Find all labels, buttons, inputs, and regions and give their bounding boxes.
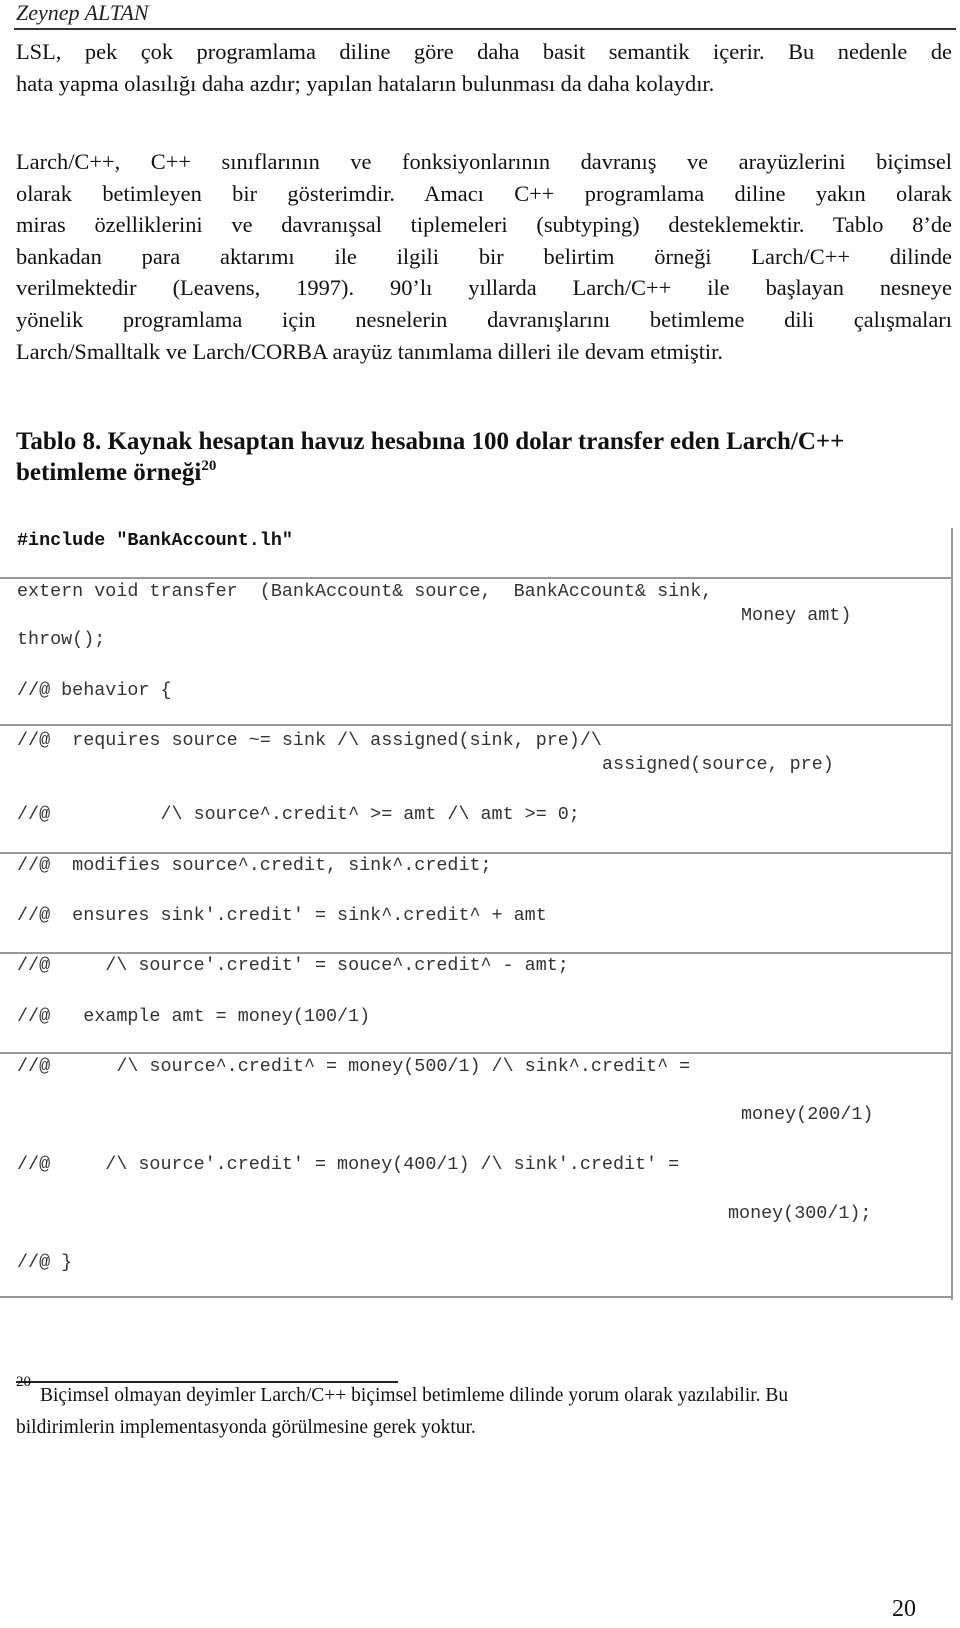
code-line: assigned(source, pre) <box>602 754 834 775</box>
code-line: //@ /\ source'.credit' = money(400/1) /\… <box>17 1154 680 1175</box>
paragraph-line: Larch/C++, C++ sınıflarının ve fonksiyon… <box>16 149 952 174</box>
header-rule <box>14 28 956 30</box>
code-line: money(200/1) <box>741 1104 874 1125</box>
footnote-reference: 20 <box>201 458 217 474</box>
paragraph-line: olarak betimleyen bir gösterimdir. Amacı… <box>16 180 952 206</box>
code-line: //@ ensures sink'.credit' = sink^.credit… <box>17 905 547 926</box>
footnote-line-1: Biçimsel olmayan deyimler Larch/C++ biçi… <box>40 1385 789 1406</box>
paragraph-line: Larch/Smalltalk ve Larch/CORBA arayüz ta… <box>16 338 723 364</box>
table-row-separator <box>0 724 953 726</box>
code-line: //@ requires source ~= sink /\ assigned(… <box>17 730 602 751</box>
table-caption: Tablo 8. Kaynak hesaptan havuz hesabına … <box>16 426 952 488</box>
page-number: 20 <box>892 1596 916 1622</box>
table-row-separator <box>0 852 953 854</box>
paragraph-line: verilmektedir (Leavens, 1997). 90’lı yıl… <box>16 275 952 301</box>
code-line: //@ example amt = money(100/1) <box>17 1006 371 1027</box>
footnote-line-2: bildirimlerin implementasyonda görülmesi… <box>16 1417 476 1438</box>
footnote-number: 20 <box>16 1374 31 1390</box>
code-line: throw(); <box>17 629 106 650</box>
code-line: #include "BankAccount.lh" <box>17 530 293 551</box>
paragraph-1: LSL, pek çok programlama diline göre dah… <box>16 36 952 99</box>
table-row-separator <box>0 1052 953 1054</box>
table-row-separator <box>0 1296 953 1298</box>
code-line: extern void transfer (BankAccount& sourc… <box>17 581 713 602</box>
table-caption-line-1: Tablo 8. Kaynak hesaptan havuz hesabına … <box>16 428 845 455</box>
code-line: Money amt) <box>741 605 852 626</box>
code-line: //@ /\ source^.credit^ = money(500/1) /\… <box>17 1056 691 1077</box>
table-row-separator <box>0 577 953 579</box>
paragraph-2: Larch/C++, C++ sınıflarının ve fonksiyon… <box>16 146 952 367</box>
paragraph-line: yönelik programlama için nesnelerin davr… <box>16 306 952 332</box>
table-right-border <box>951 528 953 1300</box>
code-line: //@ behavior { <box>17 680 172 701</box>
table-row-separator <box>0 952 953 954</box>
paragraph-line: bankadan para aktarımı ile ilgili bir be… <box>16 243 952 269</box>
code-line: money(300/1); <box>728 1203 872 1224</box>
code-line: //@ modifies source^.credit, sink^.credi… <box>17 855 492 876</box>
table-caption-line-2: betimleme örneği <box>16 459 202 486</box>
paragraph-line: LSL, pek çok programlama diline göre dah… <box>16 39 952 64</box>
paragraph-line: miras özelliklerini ve davranışsal tiple… <box>16 212 952 238</box>
running-header-author: Zeynep ALTAN <box>16 0 149 25</box>
code-line: //@ } <box>17 1252 73 1273</box>
paragraph-line: hata yapma olasılığı daha azdır; yapılan… <box>16 70 715 96</box>
code-line: //@ /\ source^.credit^ >= amt /\ amt >= … <box>17 804 580 825</box>
code-line: //@ /\ source'.credit' = souce^.credit^ … <box>17 955 569 976</box>
